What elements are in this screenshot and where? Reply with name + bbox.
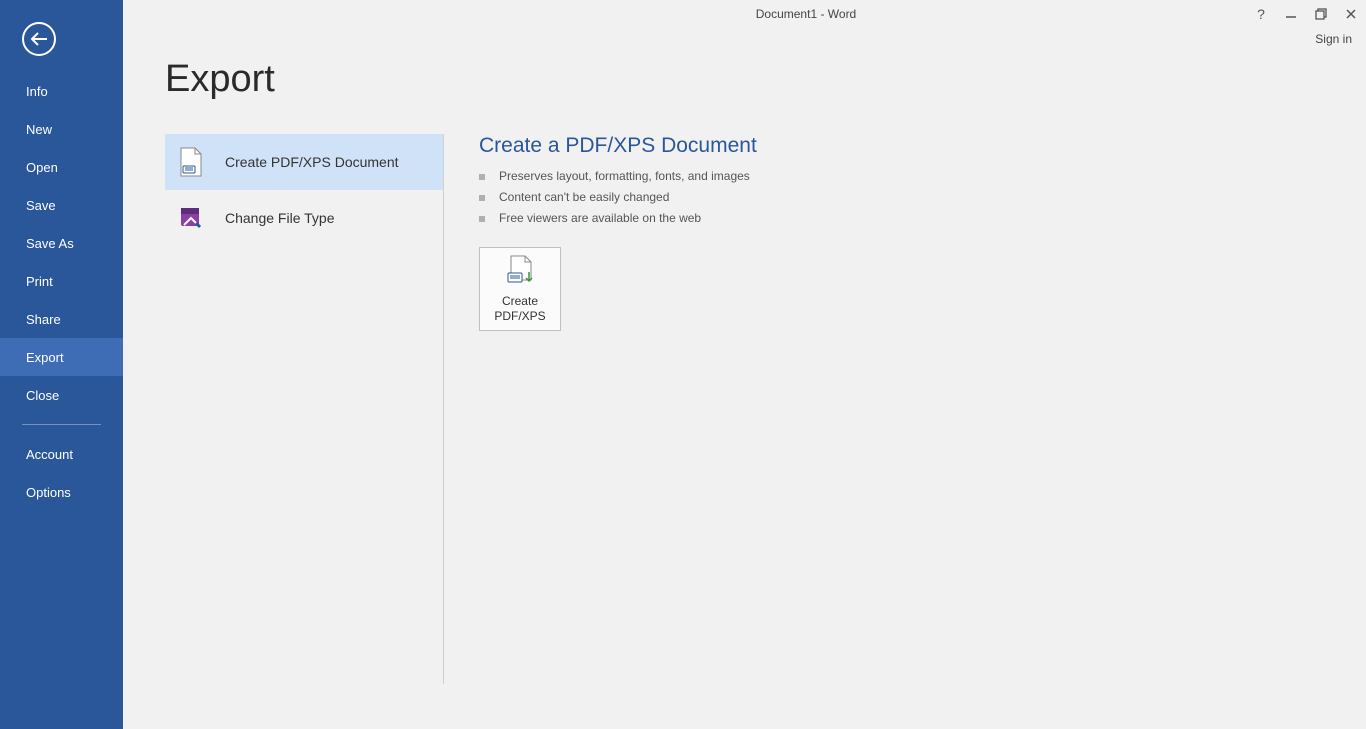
backstage-sidebar: Info New Open Save Save As Print Share E… (0, 0, 123, 729)
nav-label: Options (26, 485, 71, 500)
nav-export[interactable]: Export (0, 338, 123, 376)
arrow-left-icon (30, 32, 48, 46)
nav-label: New (26, 122, 52, 137)
nav-options[interactable]: Options (0, 473, 123, 511)
nav-label: Print (26, 274, 53, 289)
main-content: Document1 - Word ? Sign in Export Cre (123, 0, 1366, 729)
minimize-button[interactable] (1276, 0, 1306, 28)
page-title: Export (165, 58, 275, 101)
nav-info[interactable]: Info (0, 72, 123, 110)
nav-share[interactable]: Share (0, 300, 123, 338)
help-button[interactable]: ? (1246, 0, 1276, 28)
nav-label: Account (26, 447, 73, 462)
export-options: Create PDF/XPS Document Change File Type (165, 134, 443, 246)
pdf-document-icon (177, 146, 205, 178)
nav-label: Save As (26, 236, 74, 251)
restore-button[interactable] (1306, 0, 1336, 28)
option-create-pdf-xps[interactable]: Create PDF/XPS Document (165, 134, 443, 190)
detail-title: Create a PDF/XPS Document (479, 134, 1326, 158)
vertical-divider (443, 134, 444, 684)
nav-label: Info (26, 84, 48, 99)
window-title: Document1 - Word (246, 0, 1366, 28)
restore-icon (1315, 8, 1327, 20)
close-button[interactable] (1336, 0, 1366, 28)
minimize-icon (1285, 8, 1297, 20)
nav-label: Save (26, 198, 56, 213)
nav-save[interactable]: Save (0, 186, 123, 224)
nav-account[interactable]: Account (0, 435, 123, 473)
sign-in-label: Sign in (1315, 32, 1352, 46)
nav-open[interactable]: Open (0, 148, 123, 186)
bullet-item: Content can't be easily changed (479, 187, 1326, 208)
nav-label: Open (26, 160, 58, 175)
sign-in-link[interactable]: Sign in (1313, 28, 1354, 50)
nav-label: Close (26, 388, 59, 403)
create-pdf-xps-button[interactable]: Create PDF/XPS (479, 247, 561, 331)
export-detail: Create a PDF/XPS Document Preserves layo… (479, 134, 1326, 331)
option-label: Change File Type (225, 210, 334, 226)
nav-separator (22, 424, 101, 425)
option-change-file-type[interactable]: Change File Type (165, 190, 443, 246)
nav-print[interactable]: Print (0, 262, 123, 300)
pdf-export-icon (507, 255, 533, 288)
change-filetype-icon (177, 202, 205, 234)
help-icon: ? (1257, 6, 1265, 22)
bullet-item: Preserves layout, formatting, fonts, and… (479, 166, 1326, 187)
option-label: Create PDF/XPS Document (225, 154, 399, 170)
nav-saveas[interactable]: Save As (0, 224, 123, 262)
nav-label: Export (26, 350, 64, 365)
nav-new[interactable]: New (0, 110, 123, 148)
nav-close[interactable]: Close (0, 376, 123, 414)
nav-label: Share (26, 312, 61, 327)
bullet-item: Free viewers are available on the web (479, 208, 1326, 229)
back-button[interactable] (22, 22, 56, 56)
close-icon (1345, 8, 1357, 20)
detail-bullets: Preserves layout, formatting, fonts, and… (479, 166, 1326, 229)
button-label: Create PDF/XPS (494, 294, 545, 324)
window-controls: ? (1246, 0, 1366, 28)
window-title-text: Document1 - Word (756, 7, 856, 21)
